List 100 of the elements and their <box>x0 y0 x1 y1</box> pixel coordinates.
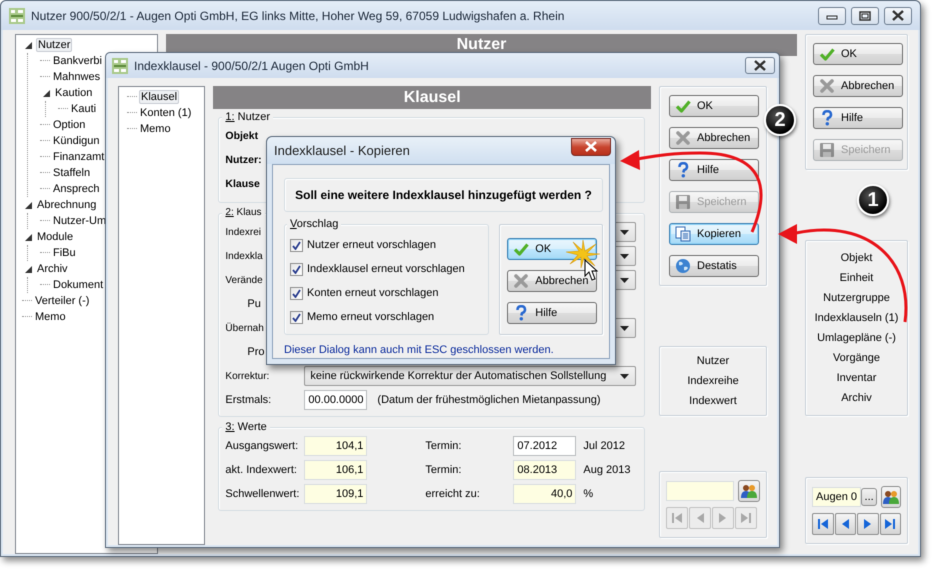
nav-link[interactable]: Indexwert <box>689 391 737 411</box>
expander-icon[interactable] <box>24 40 33 50</box>
nav-link[interactable]: Nutzergruppe <box>823 288 890 308</box>
previous-button[interactable] <box>834 513 856 535</box>
cross-icon <box>513 273 530 289</box>
window-title: Indexklausel - 900/50/2/1 Augen Opti GmbH <box>134 58 370 72</box>
maximize-button[interactable] <box>851 6 879 24</box>
dropdown-arrow-icon <box>620 278 629 282</box>
checkmark-icon <box>292 240 301 250</box>
tree-item[interactable]: Ansprech <box>52 182 100 196</box>
minimize-button[interactable] <box>818 6 846 24</box>
tree-item[interactable]: Nutzer-Um <box>52 214 108 228</box>
value-field[interactable]: 109,1 <box>304 484 368 504</box>
cancel-button[interactable]: Abbrechen <box>507 270 598 292</box>
next-button[interactable] <box>857 513 878 535</box>
nav-link[interactable]: Objekt <box>840 248 872 268</box>
nav-link[interactable]: Umlagepläne (-) <box>817 328 896 348</box>
tree-item[interactable]: Klausel <box>139 90 180 104</box>
people-button[interactable] <box>738 480 760 502</box>
close-button[interactable] <box>745 57 775 74</box>
last-record-button[interactable] <box>880 513 901 535</box>
section-header: Klausel <box>213 86 651 109</box>
dropdown-arrow-icon <box>620 230 629 234</box>
copy-button[interactable]: Kopieren <box>669 223 759 245</box>
checkbox[interactable] <box>290 310 303 324</box>
dropdown-arrow-icon <box>620 374 629 378</box>
skip-end-icon <box>883 517 898 531</box>
help-button[interactable]: Hilfe <box>507 302 598 324</box>
tree-item[interactable]: Abrechnung <box>36 198 98 212</box>
help-button[interactable]: Hilfe <box>669 159 759 181</box>
tree-item[interactable]: Memo <box>139 122 172 136</box>
field-label: Indexrei <box>225 226 262 238</box>
nav-link[interactable]: Einheit <box>840 268 874 288</box>
field-label: Verände <box>225 274 264 286</box>
field-label: erreicht zu: <box>425 488 481 500</box>
cancel-button[interactable]: Abbrechen <box>813 75 903 97</box>
tree-item[interactable]: Dokument <box>52 278 104 292</box>
nav-link[interactable]: Inventar <box>836 368 876 388</box>
browse-button[interactable]: ... <box>860 488 878 506</box>
tree-item[interactable]: Memo <box>34 310 67 324</box>
tree-item[interactable]: Bankverbi <box>52 54 103 68</box>
globe-icon <box>675 258 691 274</box>
tree-item[interactable]: Kaution <box>54 86 94 100</box>
nav-link[interactable]: Vorgänge <box>832 348 880 368</box>
expander-icon[interactable] <box>24 232 33 242</box>
expander-icon[interactable] <box>24 200 33 210</box>
tree-item[interactable]: Archiv <box>36 262 69 276</box>
tree-item[interactable]: Verteiler (-) <box>34 294 90 308</box>
nav-link[interactable]: Archiv <box>841 388 872 408</box>
value-field[interactable]: 106,1 <box>304 460 368 480</box>
value-field[interactable]: 40,0 <box>513 484 576 504</box>
text-field[interactable]: Augen 0 <box>812 487 861 507</box>
checkbox-label: Indexklausel erneut vorschlagen <box>307 263 465 275</box>
dropdown[interactable]: keine rückwirkende Korrektur der Automatischen Sollstellung <box>304 366 636 386</box>
tree-item[interactable]: Nutzer <box>36 38 72 52</box>
text-field[interactable] <box>666 481 734 501</box>
field-label: Nutzer: <box>225 154 262 166</box>
cancel-button[interactable]: Abbrechen <box>669 127 759 149</box>
checkbox[interactable] <box>290 286 303 300</box>
tree-item[interactable]: Mahnwes <box>52 70 102 84</box>
skip-start-icon <box>670 511 684 525</box>
value-field[interactable]: 104,1 <box>304 436 368 456</box>
globe-button[interactable]: Destatis <box>669 255 759 277</box>
first-record-button[interactable] <box>812 513 834 535</box>
nav-link[interactable]: Indexklauseln (1) <box>814 308 898 328</box>
tree-item[interactable]: Finanzamt <box>52 150 106 164</box>
field-label: Termin: <box>425 464 462 476</box>
checkmark-icon <box>292 312 301 322</box>
hint-text: Dieser Dialog kann auch mit ESC geschlossen werden. <box>284 344 555 356</box>
tree-item[interactable]: Kauti <box>70 102 98 116</box>
date-field[interactable]: 08.2013 <box>513 460 576 480</box>
expander-icon[interactable] <box>24 264 33 274</box>
checkbox-label: Konten erneut vorschlagen <box>307 287 438 299</box>
people-button[interactable] <box>881 486 901 508</box>
date-field[interactable]: 07.2012 <box>513 436 576 456</box>
tree-item[interactable]: Staffeln <box>52 166 92 180</box>
sparkle-icon <box>566 240 600 268</box>
close-icon <box>584 141 598 152</box>
tree-item[interactable]: Kündigun <box>52 134 100 148</box>
question-mark-icon <box>675 162 691 178</box>
date-field[interactable]: 00.00.0000 <box>304 390 368 410</box>
tree-item[interactable]: Module <box>36 230 74 244</box>
checkbox[interactable] <box>290 238 303 252</box>
checkbox-label: Memo erneut vorschlagen <box>307 311 434 323</box>
ok-button[interactable]: OK <box>813 43 903 65</box>
nav-link[interactable]: Nutzer <box>696 351 730 371</box>
ok-button[interactable]: OK <box>669 95 759 117</box>
close-button[interactable] <box>884 6 912 24</box>
tree-item[interactable]: FiBu <box>52 246 77 260</box>
tree-item[interactable]: Option <box>52 118 86 132</box>
expander-icon[interactable] <box>42 88 51 98</box>
window-title: Indexklausel - Kopieren <box>274 143 411 158</box>
close-button[interactable] <box>571 138 611 156</box>
nav-link[interactable]: Indexreihe <box>687 371 739 391</box>
group-title: 3: Werte <box>222 420 270 434</box>
close-icon <box>753 60 767 71</box>
help-button[interactable]: Hilfe <box>813 107 903 129</box>
tree-item[interactable]: Konten (1) <box>139 106 192 120</box>
checkbox[interactable] <box>290 262 303 276</box>
field-label: Objekt <box>225 130 258 142</box>
